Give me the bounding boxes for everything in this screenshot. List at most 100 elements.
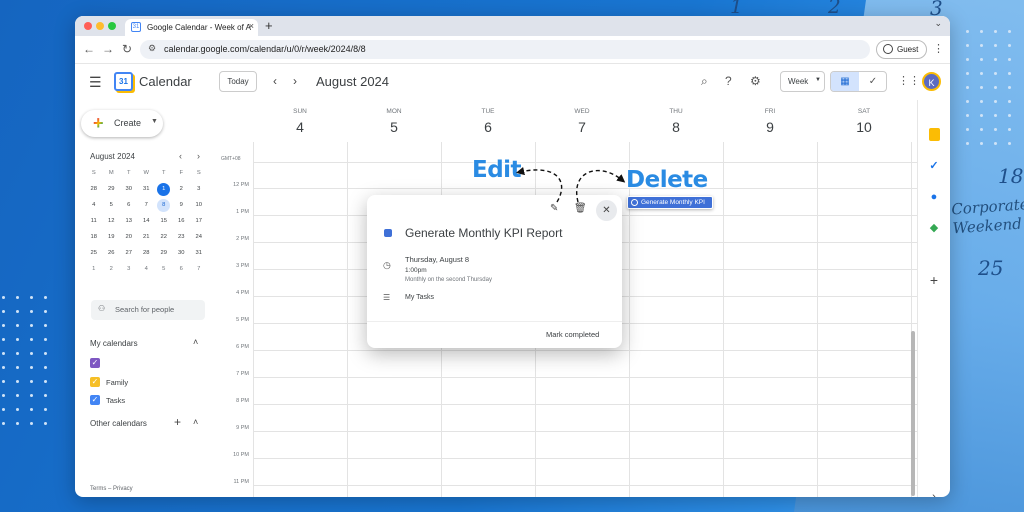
mini-day[interactable]: 24 bbox=[190, 231, 208, 247]
tasks-icon[interactable]: ✓ bbox=[927, 159, 941, 173]
mini-day[interactable]: 23 bbox=[173, 231, 191, 247]
mini-day[interactable]: 7 bbox=[190, 263, 208, 279]
mini-day[interactable]: 18 bbox=[85, 231, 103, 247]
mark-completed-button[interactable]: Mark completed bbox=[546, 330, 599, 339]
browser-tab[interactable]: 31 Google Calendar - Week of A × bbox=[125, 19, 258, 36]
day-header-fri[interactable]: FRI 9 bbox=[723, 108, 817, 135]
mini-day[interactable]: 30 bbox=[173, 247, 191, 263]
account-avatar[interactable]: K bbox=[922, 72, 941, 91]
family-calendar-checkbox[interactable]: ✓ bbox=[90, 377, 100, 387]
calendar-view-icon[interactable]: ▦ bbox=[831, 72, 859, 91]
mini-day[interactable]: 31 bbox=[190, 247, 208, 263]
mini-day[interactable]: 5 bbox=[103, 199, 121, 215]
mini-day[interactable]: 9 bbox=[173, 199, 191, 215]
mini-day[interactable]: 6 bbox=[120, 199, 138, 215]
mini-day[interactable]: 28 bbox=[138, 247, 156, 263]
mini-day[interactable]: 14 bbox=[138, 215, 156, 231]
back-arrow-icon[interactable]: ← bbox=[83, 42, 95, 56]
mini-day[interactable]: 19 bbox=[103, 231, 121, 247]
previous-week-icon[interactable]: ‹ bbox=[273, 74, 277, 88]
forward-arrow-icon[interactable]: → bbox=[102, 42, 114, 56]
mini-next-month-icon[interactable]: › bbox=[197, 151, 200, 161]
mini-day[interactable]: 13 bbox=[120, 215, 138, 231]
mini-day[interactable]: 15 bbox=[155, 215, 173, 231]
new-tab-button[interactable]: + bbox=[265, 18, 273, 33]
mini-day[interactable]: 3 bbox=[190, 183, 208, 199]
day-header-mon[interactable]: MON 5 bbox=[347, 108, 441, 135]
mini-day[interactable]: 26 bbox=[103, 247, 121, 263]
mini-previous-month-icon[interactable]: ‹ bbox=[179, 151, 182, 161]
apps-grid-icon[interactable]: ⋮⋮ bbox=[898, 74, 920, 87]
mini-day[interactable]: 4 bbox=[138, 263, 156, 279]
mini-day[interactable]: 22 bbox=[155, 231, 173, 247]
mini-day[interactable]: 29 bbox=[103, 183, 121, 199]
maps-icon[interactable]: ◆ bbox=[927, 221, 941, 235]
event-chip[interactable]: Generate Monthly KPI bbox=[627, 196, 713, 209]
browser-menu-icon[interactable]: ⋮ bbox=[933, 42, 944, 55]
view-selector[interactable]: Week ▼ bbox=[780, 71, 825, 92]
mini-day[interactable]: 27 bbox=[120, 247, 138, 263]
search-icon[interactable]: ⌕ bbox=[701, 74, 708, 89]
mini-day[interactable]: 30 bbox=[120, 183, 138, 199]
chevron-up-icon[interactable]: ˄ bbox=[193, 337, 198, 347]
close-popup-button[interactable]: ✕ bbox=[596, 200, 617, 221]
chevron-up-icon[interactable]: ˄ bbox=[193, 417, 198, 427]
mini-day[interactable]: 31 bbox=[138, 183, 156, 199]
help-icon[interactable]: ? bbox=[725, 74, 732, 88]
mini-day[interactable]: 28 bbox=[85, 183, 103, 199]
mini-day-today[interactable]: 1 bbox=[157, 183, 171, 196]
today-button[interactable]: Today bbox=[219, 71, 257, 92]
mini-day[interactable]: 5 bbox=[155, 263, 173, 279]
tab-search-button[interactable]: ⌄ bbox=[934, 18, 942, 29]
site-info-icon[interactable]: ⚙ bbox=[148, 43, 156, 54]
reload-icon[interactable]: ↻ bbox=[122, 42, 132, 56]
mini-day[interactable]: 25 bbox=[85, 247, 103, 263]
mini-day[interactable]: 6 bbox=[173, 263, 191, 279]
tasks-calendar-checkbox[interactable]: ✓ bbox=[90, 395, 100, 405]
search-people-input[interactable]: ⚇ Search for people bbox=[91, 300, 205, 320]
day-header-sun[interactable]: SUN 4 bbox=[253, 108, 347, 135]
mini-day[interactable]: 10 bbox=[190, 199, 208, 215]
mini-day[interactable]: 17 bbox=[190, 215, 208, 231]
mini-day-selected[interactable]: 8 bbox=[157, 199, 171, 212]
grid-scrollbar[interactable] bbox=[911, 331, 915, 496]
profile-button[interactable]: Guest bbox=[876, 40, 928, 59]
mini-day[interactable]: 2 bbox=[103, 263, 121, 279]
calendar-checkbox[interactable]: ✓ bbox=[90, 358, 100, 368]
day-header-wed[interactable]: WED 7 bbox=[535, 108, 629, 135]
main-menu-icon[interactable]: ☰ bbox=[89, 74, 102, 91]
next-week-icon[interactable]: › bbox=[293, 74, 297, 88]
mini-day[interactable]: 29 bbox=[155, 247, 173, 263]
mini-day[interactable]: 3 bbox=[120, 263, 138, 279]
url-field[interactable]: ⚙ calendar.google.com/calendar/u/0/r/wee… bbox=[140, 40, 870, 59]
settings-gear-icon[interactable]: ⚙ bbox=[750, 74, 761, 88]
minimize-window-button[interactable] bbox=[96, 22, 104, 30]
maximize-window-button[interactable] bbox=[108, 22, 116, 30]
mini-day[interactable]: 21 bbox=[138, 231, 156, 247]
mini-day[interactable]: 11 bbox=[85, 215, 103, 231]
close-tab-icon[interactable]: × bbox=[249, 21, 254, 31]
mini-day[interactable]: 12 bbox=[103, 215, 121, 231]
other-calendars-title[interactable]: Other calendars bbox=[90, 419, 147, 428]
mini-day[interactable]: 16 bbox=[173, 215, 191, 231]
tasks-view-icon[interactable]: ✓ bbox=[859, 72, 886, 91]
mini-day[interactable]: 7 bbox=[138, 199, 156, 215]
mini-day[interactable]: 1 bbox=[85, 263, 103, 279]
close-window-button[interactable] bbox=[84, 22, 92, 30]
add-calendar-icon[interactable]: + bbox=[174, 415, 181, 429]
terms-privacy-links[interactable]: Terms – Privacy bbox=[90, 486, 133, 492]
mini-day[interactable]: 4 bbox=[85, 199, 103, 215]
create-button[interactable]: + Create ▼ bbox=[81, 110, 163, 137]
contacts-icon[interactable]: ● bbox=[927, 190, 941, 204]
edit-pencil-icon[interactable]: ✎ bbox=[550, 203, 558, 214]
expand-panel-icon[interactable]: › bbox=[927, 490, 941, 497]
day-header-sat[interactable]: SAT 10 bbox=[817, 108, 911, 135]
keep-icon[interactable] bbox=[929, 128, 940, 141]
get-addons-icon[interactable]: + bbox=[927, 273, 941, 287]
day-header-tue[interactable]: TUE 6 bbox=[441, 108, 535, 135]
day-header-thu[interactable]: THU 8 bbox=[629, 108, 723, 135]
my-calendars-title[interactable]: My calendars bbox=[90, 339, 138, 348]
mini-day[interactable]: 20 bbox=[120, 231, 138, 247]
mini-day[interactable]: 2 bbox=[173, 183, 191, 199]
delete-trash-icon[interactable]: 🗑 bbox=[574, 203, 587, 214]
